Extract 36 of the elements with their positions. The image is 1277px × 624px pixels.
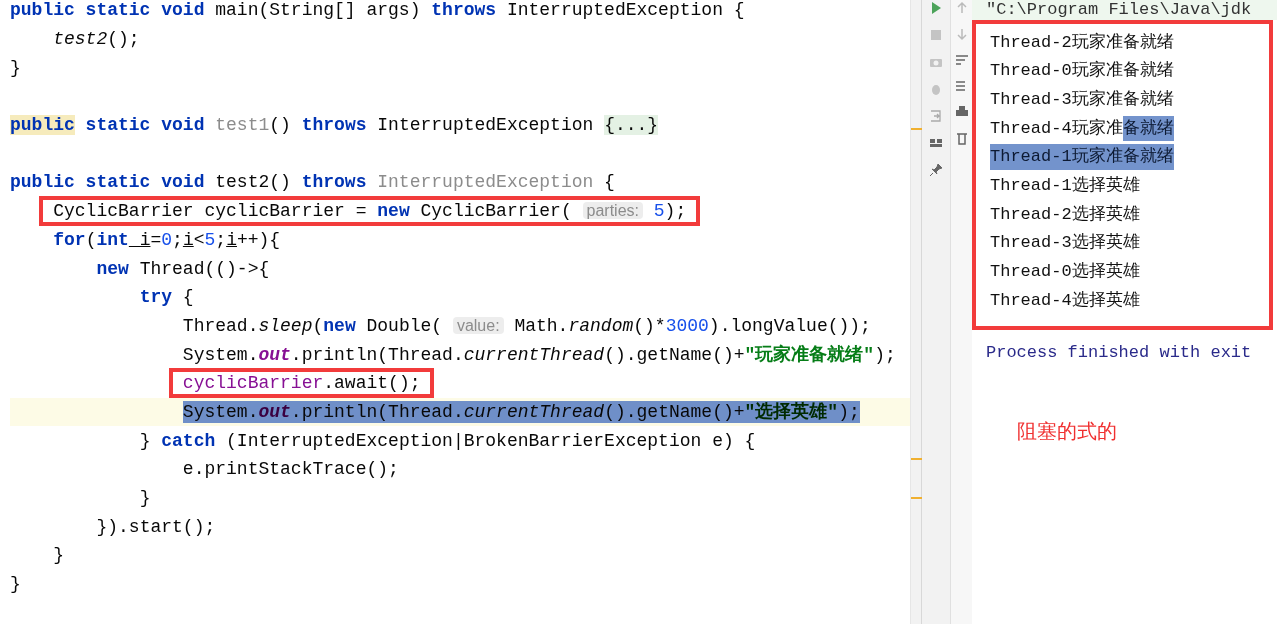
code-line: public static void test2() throws InterruptedException { <box>10 171 615 194</box>
pin-icon[interactable] <box>929 163 943 177</box>
console-line: Thread-1选择英雄 <box>990 175 1141 198</box>
code-line: test2(); <box>53 28 140 51</box>
console-line: Thread-3玩家准备就绪 <box>990 88 1175 111</box>
code-line: new Thread(()->{ <box>96 257 270 280</box>
console-line: Thread-3选择英雄 <box>990 232 1141 255</box>
code-line: try { <box>139 286 194 309</box>
console-line: Thread-2玩家准备就绪 <box>990 31 1175 54</box>
code-line: System.out.println(Thread.currentThread().getName()+"玩家准备就绪"); <box>182 343 896 366</box>
trash-icon[interactable] <box>954 131 969 145</box>
code-line: e.printStackTrace(); <box>182 458 399 481</box>
code-line: } catch (InterruptedException|BrokenBarrierException e) { <box>139 429 756 452</box>
code-line: public static void main(String[] args) throws InterruptedException { <box>10 0 745 22</box>
code-line: }).start(); <box>96 515 216 538</box>
code-line: } <box>10 56 21 79</box>
run-icon[interactable] <box>929 1 943 15</box>
stop-icon[interactable] <box>929 28 943 42</box>
exit-icon[interactable] <box>929 109 943 123</box>
code-line: } <box>10 573 21 596</box>
code-line: for(int i=0;i<5;i++){ <box>53 228 281 251</box>
console-command: "C:\Program Files\Java\jdk <box>986 0 1252 20</box>
wrap-lines-icon[interactable] <box>954 53 969 67</box>
console-line: Thread-4选择英雄 <box>990 289 1141 312</box>
code-line: } <box>139 487 151 510</box>
print-icon[interactable] <box>954 105 969 119</box>
down-arrow-icon[interactable] <box>954 27 969 41</box>
code-line: Thread.sleep(new Double( value: Math.random()*3000).longValue()); <box>182 314 871 337</box>
console-line: Thread-0选择英雄 <box>990 261 1141 284</box>
annotation-text: 阻塞的式的 <box>1017 418 1118 444</box>
console-line: Thread-0玩家准备就绪 <box>990 59 1175 83</box>
code-line: public static void test1() throws InterruptedException {...} <box>10 114 659 137</box>
console-line: Thread-2选择英雄 <box>990 203 1141 226</box>
layout-icon[interactable] <box>929 136 943 150</box>
exit-message: Process finished with exit <box>986 342 1253 364</box>
code-line: } <box>53 544 65 567</box>
